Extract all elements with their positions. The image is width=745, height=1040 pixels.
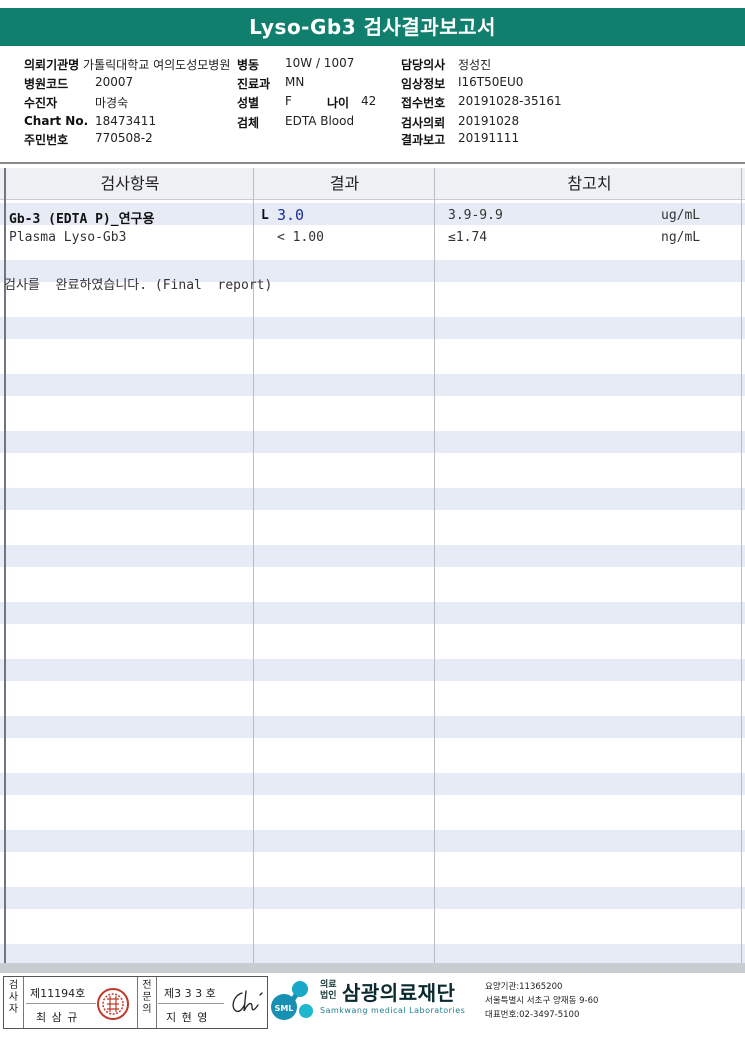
age-field: 나이 42 [327,94,376,111]
doctor-label: 담당의사 [401,58,446,72]
request-date-label: 검사의뢰 [401,116,446,130]
header-test-item: 검사항목 [100,174,160,193]
receipt-no-label: 접수번호 [401,96,446,110]
clinical-info-value: I16T50EU0 [458,75,524,89]
specialist-divider [158,1003,224,1004]
institution-value: 가톨릭대학교 여의도성모병원 [83,58,231,72]
department-value: MN [285,75,305,89]
tester-seal-icon [97,988,129,1020]
column-divider [741,168,742,963]
results-table: 검사항목 결과 참고치 Gb-3 (EDTA P)_연구용 L 3.0 3.9-… [0,168,745,963]
org-english-name: Samkwang medical Laboratories [320,1006,466,1015]
row-reference: ≤1.74 [448,230,488,245]
sex-field: 성별 F [237,94,292,111]
org-code: 요양기관:11365200 [485,982,563,992]
sex-label: 성별 [237,96,260,110]
report-title: Lyso-Gb3 검사결과보고서 [0,8,745,46]
doctor-field: 담당의사 정성진 [401,56,491,73]
row-item: Plasma Lyso-Gb3 [9,230,127,245]
ward-field: 병동 10W / 1007 [237,56,354,73]
row-unit: ug/mL [661,208,701,223]
result-date-value: 20191111 [458,131,520,145]
table-header: 검사항목 결과 참고치 [0,168,745,200]
org-address: 서울특별시 서초구 양재동 9-60 [485,996,599,1006]
row-unit: ng/mL [661,230,701,245]
department-label: 진료과 [237,77,271,91]
specialist-label: 전문의 [137,977,157,1028]
tester-label: 검사자 [4,977,24,1028]
recipient-field: 수진자 마경숙 [24,94,128,111]
clinical-info-field: 임상정보 I16T50EU0 [401,75,523,92]
table-bottom-bar [0,963,745,973]
specimen-label: 검체 [237,116,260,130]
org-prefix-top: 의료 [320,980,337,990]
report-note: 검사를 완료하였습니다. (Final report) [4,278,273,293]
resident-no-field: 주민번호 770508-2 [24,131,153,148]
column-divider [434,168,435,963]
specimen-field: 검체 EDTA Blood [237,114,354,131]
logo-text: SML [275,1004,294,1013]
tester-divider [26,1003,96,1004]
chart-no-field: Chart No. 18473411 [24,114,156,128]
ward-label: 병동 [237,58,260,72]
header-divider [0,162,745,164]
institution-label: 의뢰기관명 [24,58,80,72]
ward-value: 10W / 1007 [285,56,355,70]
tester-license-no: 제11194호 [30,987,86,1000]
header-result: 결과 [329,174,360,193]
request-date-value: 20191028 [458,114,520,128]
specialist-name: 지 현 영 [166,1011,209,1024]
receipt-no-value: 20191028-35161 [458,94,562,108]
header-reference: 참고치 [567,174,612,193]
age-label: 나이 [327,96,350,110]
org-name: 삼광의료재단 [342,981,456,1005]
chart-no-value: 18473411 [95,114,157,128]
request-date-field: 검사의뢰 20191028 [401,114,519,131]
department-field: 진료과 MN [237,75,304,92]
age-value: 42 [361,94,377,108]
row-flag: L [261,208,269,223]
signature-box: 검사자 제11194호 최 삼 규 전문의 제3 3 3 호 지 현 영 [3,976,268,1029]
recipient-label: 수진자 [24,96,58,110]
resident-no-label: 주민번호 [24,133,69,147]
row-reference: 3.9-9.9 [448,208,503,223]
org-phone: 대표번호:02-3497-5100 [485,1010,580,1020]
recipient-value: 마경숙 [95,96,129,110]
result-date-label: 결과보고 [401,133,446,147]
clinical-info-label: 임상정보 [401,77,446,91]
specialist-license-no: 제3 3 3 호 [164,987,216,1000]
institution-field: 의뢰기관명 가톨릭대학교 여의도성모병원 [24,56,230,73]
result-date-field: 결과보고 20191111 [401,131,519,148]
specialist-signature-icon [232,990,263,1013]
org-prefix-bottom: 법인 [320,991,337,1001]
row-item: Gb-3 (EDTA P)_연구용 [9,212,155,227]
tester-name: 최 삼 규 [36,1011,79,1024]
doctor-value: 정성진 [458,58,492,72]
chart-no-label: Chart No. [24,114,89,128]
specimen-value: EDTA Blood [285,114,355,128]
hospital-code-field: 병원코드 20007 [24,75,133,92]
sex-value: F [285,94,292,108]
receipt-no-field: 접수번호 20191028-35161 [401,94,562,111]
hospital-code-value: 20007 [95,75,134,89]
row-result: 3.0 [277,206,305,224]
resident-no-value: 770508-2 [95,131,153,145]
hospital-code-label: 병원코드 [24,77,69,91]
sml-logo-icon: SML [271,981,313,1020]
row-result: < 1.00 [277,230,324,245]
